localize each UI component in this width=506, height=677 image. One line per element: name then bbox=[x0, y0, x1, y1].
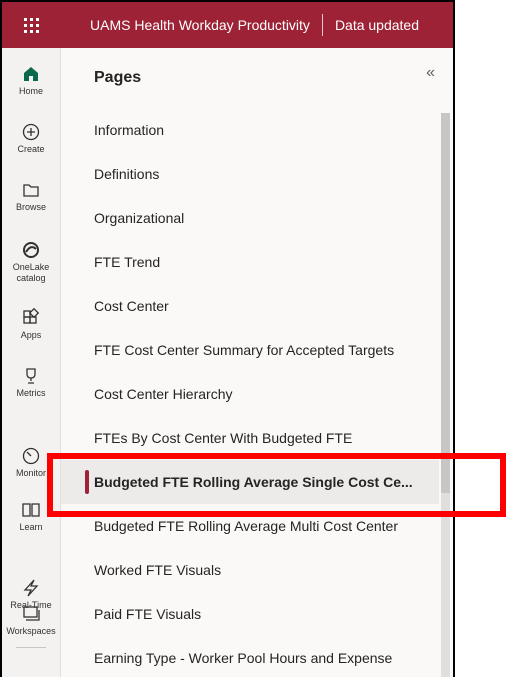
rail-label: Home bbox=[18, 86, 43, 96]
metrics-icon bbox=[26, 368, 36, 384]
page-item[interactable]: Cost Center Hierarchy bbox=[61, 372, 439, 416]
rail-label: Browse bbox=[15, 202, 46, 212]
page-item[interactable]: Budgeted FTE Rolling Average Multi Cost … bbox=[61, 504, 439, 548]
page-item[interactable]: FTEs By Cost Center With Budgeted FTE bbox=[61, 416, 439, 460]
onelake-icon bbox=[23, 242, 39, 258]
page-item[interactable]: Cost Center bbox=[61, 284, 439, 328]
collapse-panel-icon[interactable]: « bbox=[426, 64, 435, 82]
browse-icon bbox=[23, 184, 39, 197]
rail-item-learn[interactable]: Learn bbox=[2, 500, 60, 533]
pages-title: Pages bbox=[94, 69, 142, 86]
apps-icon bbox=[23, 308, 40, 324]
pages-panel: Pages « Information Definitions Organiza… bbox=[61, 48, 453, 677]
rail-label: Apps bbox=[20, 330, 42, 340]
app-launcher-icon[interactable] bbox=[2, 17, 60, 33]
workspaces-icon bbox=[23, 606, 40, 621]
page-list-scrollbar[interactable] bbox=[441, 113, 450, 677]
scrollbar-thumb[interactable] bbox=[441, 113, 450, 493]
create-icon bbox=[22, 123, 40, 141]
app-window: UAMS Health Workday Productivity Data up… bbox=[0, 0, 455, 677]
rail-item-metrics[interactable]: Metrics bbox=[2, 366, 60, 399]
rail-label: Create bbox=[17, 144, 45, 154]
rail-item-onelake[interactable]: OneLake catalog bbox=[2, 240, 60, 284]
rail-label: Monitor bbox=[15, 468, 46, 478]
rail-item-create[interactable]: Create bbox=[2, 122, 60, 155]
page-item[interactable]: Definitions bbox=[61, 152, 439, 196]
rail-item-browse[interactable]: Browse bbox=[2, 180, 60, 213]
app-title[interactable]: UAMS Health Workday Productivity bbox=[60, 14, 323, 36]
learn-icon bbox=[22, 503, 40, 517]
page-item[interactable]: Worked FTE Visuals bbox=[61, 548, 439, 592]
page-item[interactable]: Earning Type - Worker Pool Hours and Exp… bbox=[61, 636, 439, 677]
page-item[interactable]: FTE Trend bbox=[61, 240, 439, 284]
left-nav-rail: Home Create Browse OneLake catalog Apps … bbox=[2, 48, 61, 677]
rail-item-workspaces[interactable]: Workspaces bbox=[2, 604, 60, 637]
home-icon bbox=[24, 67, 38, 81]
page-item[interactable]: FTE Cost Center Summary for Accepted Tar… bbox=[61, 328, 439, 372]
top-bar: UAMS Health Workday Productivity Data up… bbox=[2, 2, 453, 48]
monitor-icon bbox=[22, 447, 40, 465]
rail-label: OneLake catalog bbox=[12, 262, 50, 283]
page-list: Information Definitions Organizational F… bbox=[61, 108, 439, 677]
rail-item-monitor[interactable]: Monitor bbox=[2, 446, 60, 479]
page-item[interactable]: Information bbox=[61, 108, 439, 152]
page-item-active[interactable]: Budgeted FTE Rolling Average Single Cost… bbox=[61, 460, 439, 504]
rail-label: Metrics bbox=[16, 388, 46, 398]
rail-label: Learn bbox=[19, 522, 43, 532]
rail-item-home[interactable]: Home bbox=[2, 64, 60, 97]
rail-item-apps[interactable]: Apps bbox=[2, 308, 60, 341]
data-updated-label: Data updated bbox=[334, 17, 420, 33]
real-time-icon bbox=[23, 579, 39, 597]
rail-label: Workspaces bbox=[6, 626, 56, 636]
page-item[interactable]: Organizational bbox=[61, 196, 439, 240]
page-item[interactable]: Paid FTE Visuals bbox=[61, 592, 439, 636]
rail-divider bbox=[16, 647, 46, 648]
